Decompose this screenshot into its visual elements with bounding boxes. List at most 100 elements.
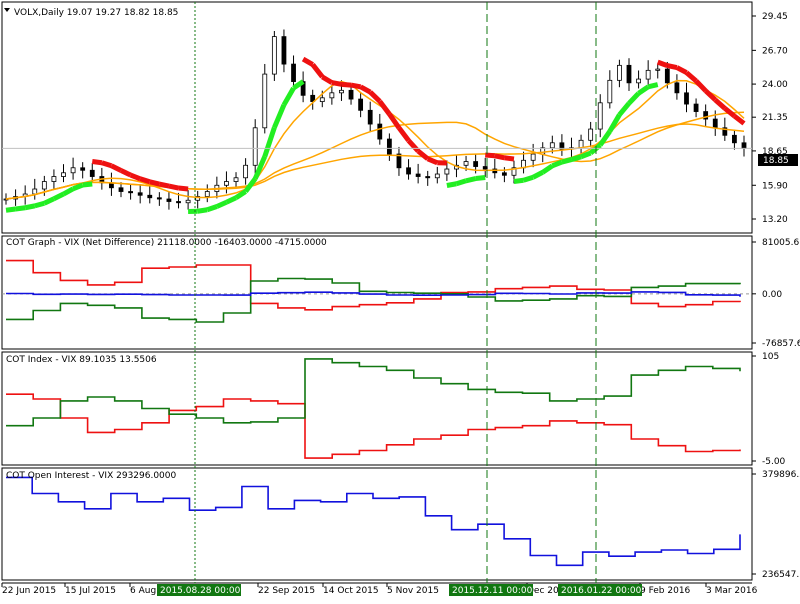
uptrend-segment	[16, 208, 26, 209]
uptrend-segment	[83, 184, 93, 185]
candle-body	[550, 143, 554, 148]
downtrend-segment	[351, 85, 361, 87]
downtrend-segment	[485, 155, 495, 156]
axis-tick-label: 81005.6	[762, 238, 799, 248]
candle-body	[119, 188, 123, 192]
downtrend-segment	[658, 62, 668, 65]
price-tick-label: 21.35	[762, 113, 788, 123]
axis-tick-label: 236547.1	[762, 570, 800, 580]
candle-body	[694, 104, 698, 111]
uptrend-segment	[35, 203, 45, 206]
candle-body	[608, 80, 612, 102]
candle-body	[483, 167, 487, 169]
downtrend-segment	[504, 158, 514, 159]
uptrend-segment	[571, 157, 581, 160]
downtrend-segment	[341, 84, 351, 85]
marker-date-label: 2015.08.28 00:00	[160, 586, 241, 596]
candle-body	[617, 65, 621, 80]
candle-body	[282, 37, 286, 64]
uptrend-segment	[562, 160, 572, 162]
time-tick-label: 6 Aug	[130, 586, 156, 596]
uptrend-segment	[198, 210, 208, 211]
time-tick-label: 9 Feb 2016	[640, 586, 691, 596]
candle-body	[426, 177, 430, 178]
candle-body	[330, 93, 334, 98]
candle-body	[90, 170, 94, 176]
candle-body	[205, 192, 209, 197]
downtrend-segment	[332, 83, 342, 85]
candle-body	[81, 168, 85, 170]
candle-body	[407, 168, 411, 174]
candle-body	[138, 193, 142, 195]
candle-body	[263, 74, 267, 128]
candle-body	[71, 168, 75, 173]
candle-body	[435, 174, 439, 178]
candle-body	[234, 178, 238, 182]
downtrend-segment	[169, 186, 179, 188]
price-tick-label: 15.90	[762, 181, 788, 191]
candle-body	[129, 192, 133, 193]
candle-body	[579, 140, 583, 147]
candle-body	[349, 90, 353, 99]
marker-date-label: 2016.01.22 00:00	[561, 586, 642, 596]
chart-background	[0, 0, 800, 600]
marker-date-label: 2015.12.11 00:00	[452, 586, 533, 596]
uptrend-segment	[207, 207, 217, 210]
main-panel-title: VOLX,Daily 19.07 19.27 18.82 18.85	[14, 8, 178, 18]
candle-body	[445, 169, 449, 174]
axis-tick-label: -76857.6	[762, 339, 800, 349]
candle-body	[177, 202, 181, 203]
axis-tick-label: 0.00	[762, 290, 782, 300]
axis-tick-label: -5.00	[762, 457, 786, 467]
uptrend-segment	[447, 184, 457, 186]
price-tick-label: 29.45	[762, 12, 788, 22]
uptrend-segment	[466, 179, 476, 181]
candle-body	[684, 93, 688, 104]
uptrend-segment	[514, 180, 524, 181]
candle-body	[33, 189, 37, 194]
candle-body	[52, 177, 56, 182]
candle-body	[713, 119, 717, 128]
candle-body	[598, 103, 602, 129]
uptrend-segment	[6, 209, 16, 210]
current-price-label: 18.85	[763, 156, 789, 166]
candle-body	[272, 37, 276, 74]
time-tick-label: 5 Nov 2015	[387, 586, 439, 596]
uptrend-segment	[73, 185, 83, 189]
time-tick-label: 3 Mar 2016	[706, 586, 758, 596]
chart-canvas[interactable]: 29.4526.7024.0021.3518.6515.9013.20 VOLX…	[0, 0, 800, 600]
uptrend-segment	[25, 206, 35, 208]
uptrend-segment	[524, 177, 534, 180]
downtrend-segment	[92, 162, 102, 163]
candle-body	[502, 173, 506, 175]
price-tick-label: 13.20	[762, 215, 788, 225]
candle-body	[186, 200, 190, 202]
candle-body	[253, 128, 257, 165]
candle-body	[589, 129, 593, 140]
candle-body	[637, 79, 641, 83]
candle-body	[387, 139, 391, 154]
axis-tick-label: 379896.5	[762, 470, 800, 480]
time-tick-label: 22 Jun 2015	[2, 586, 56, 596]
candle-body	[339, 90, 343, 92]
uptrend-segment	[648, 85, 658, 87]
downtrend-segment	[102, 163, 112, 166]
candle-body	[157, 198, 161, 199]
open-interest-title: COT Open Interest - VIX 293296.0000	[6, 471, 177, 481]
candle-body	[665, 69, 669, 83]
candle-body	[378, 124, 382, 139]
price-tick-label: 24.00	[762, 80, 788, 90]
candle-body	[320, 98, 324, 102]
candle-body	[368, 110, 372, 124]
mt4-chart-window[interactable]: 29.4526.7024.0021.3518.6515.9013.20 VOLX…	[0, 0, 800, 600]
candle-body	[646, 70, 650, 79]
downtrend-segment	[150, 182, 160, 184]
downtrend-segment	[495, 156, 505, 158]
cot-index-title: COT Index - VIX 89.1035 13.5506	[6, 355, 157, 365]
candle-body	[656, 69, 660, 70]
time-tick-label: 15 Jul 2015	[65, 586, 116, 596]
time-tick-label: 14 Oct 2015	[323, 586, 379, 596]
candle-body	[474, 162, 478, 167]
candle-body	[292, 64, 296, 81]
candle-body	[167, 199, 171, 201]
